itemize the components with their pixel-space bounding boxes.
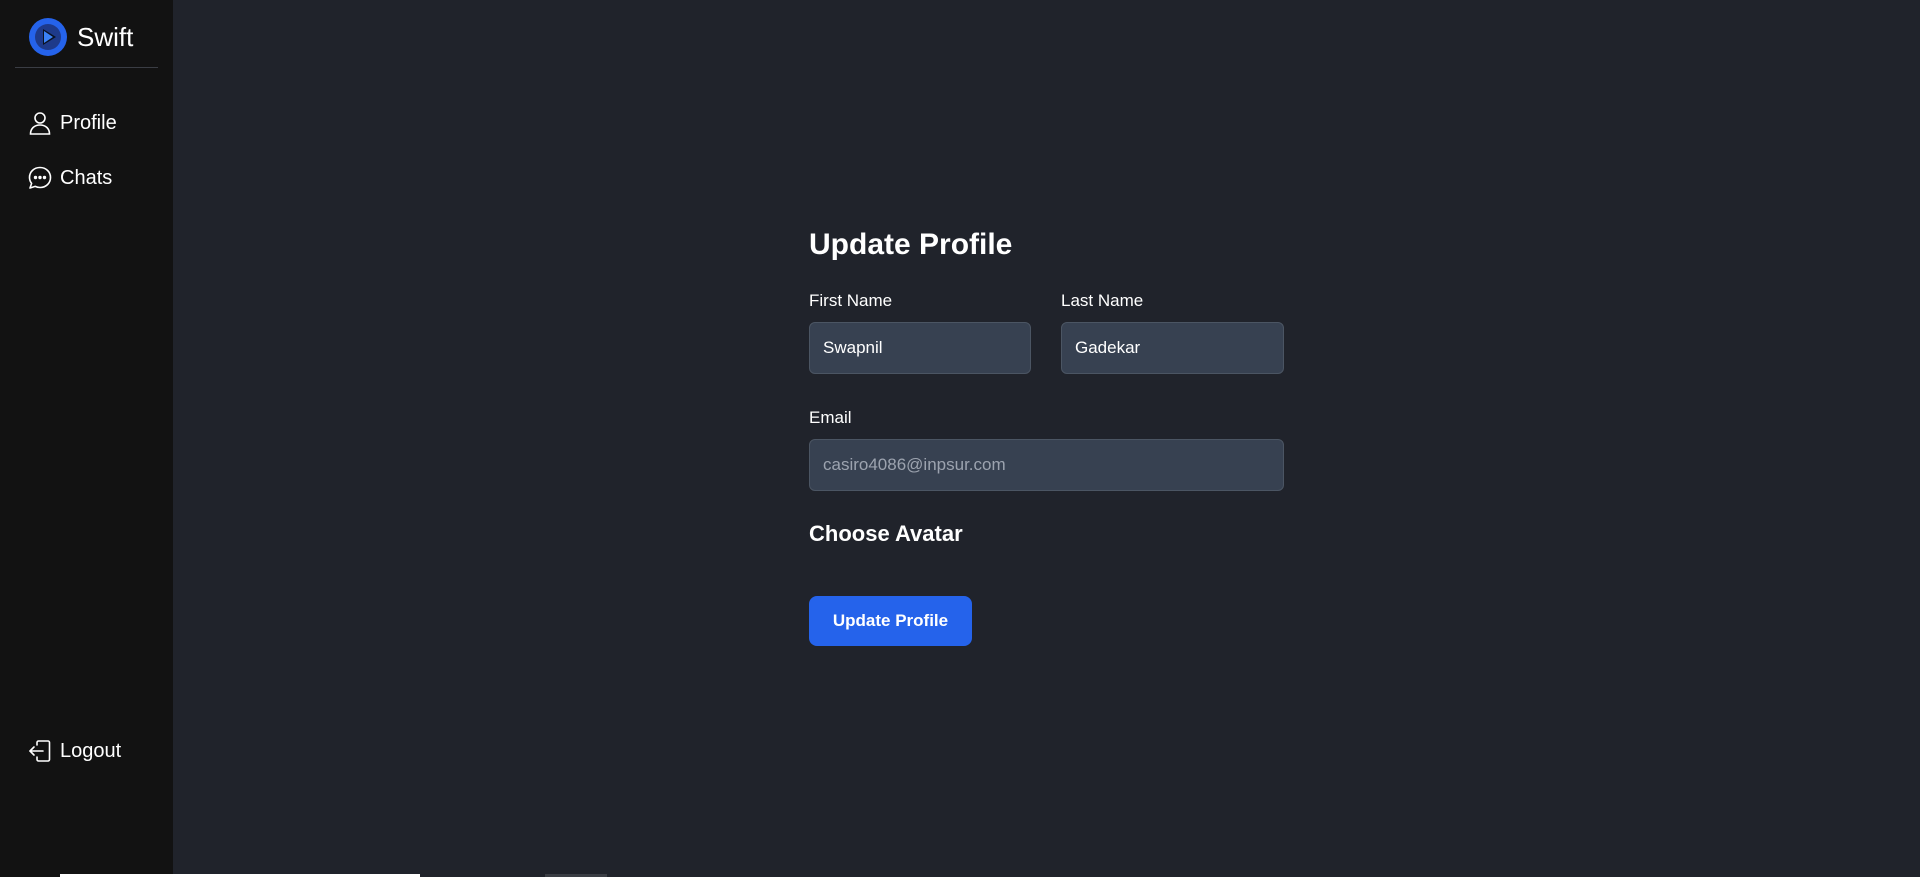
sidebar-item-label: Chats <box>60 167 113 189</box>
user-icon <box>29 112 51 135</box>
last-name-field[interactable] <box>1061 322 1284 374</box>
email-field[interactable] <box>809 439 1284 491</box>
logout-icon <box>29 740 51 762</box>
first-name-field[interactable] <box>809 322 1031 374</box>
email-label: Email <box>809 408 852 427</box>
chat-bubble-icon <box>28 166 52 189</box>
sidebar-item-profile[interactable]: Profile <box>27 107 167 139</box>
app-root: Swift Profile Chats Logout Update Profil… <box>0 0 1920 877</box>
brand-header[interactable]: Swift <box>15 0 158 68</box>
sidebar-item-chats[interactable]: Chats <box>27 162 167 194</box>
logout-button[interactable]: Logout <box>27 735 167 767</box>
update-profile-button[interactable]: Update Profile <box>809 596 972 646</box>
first-name-label: First Name <box>809 291 893 310</box>
choose-avatar-heading: Choose Avatar <box>809 521 963 546</box>
brand-name: Swift <box>77 22 134 52</box>
sidebar-item-label: Profile <box>60 112 117 134</box>
last-name-label: Last Name <box>1061 291 1144 310</box>
play-logo-icon <box>29 18 67 56</box>
sidebar: Swift Profile Chats Logout <box>0 0 173 877</box>
logout-label: Logout <box>60 740 122 762</box>
page-title: Update Profile <box>809 228 1013 261</box>
